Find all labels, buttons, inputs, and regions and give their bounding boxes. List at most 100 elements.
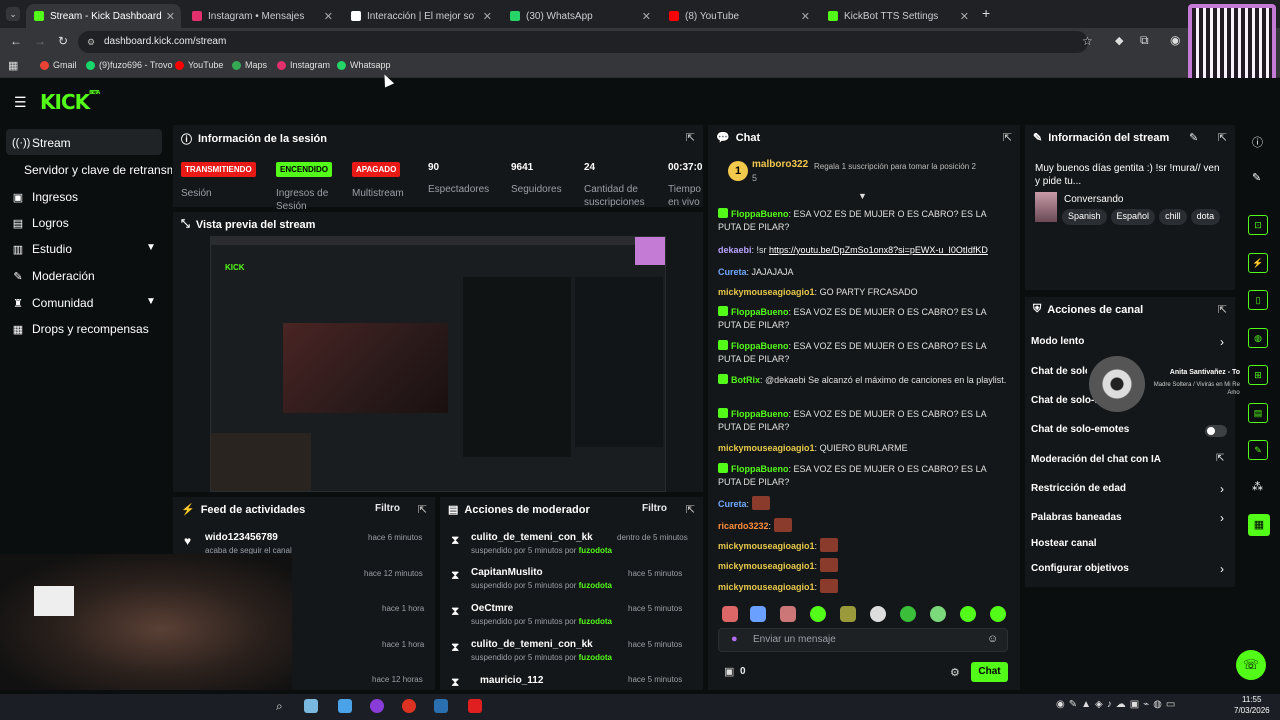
sidebar-item-stream[interactable]: ((·)) Stream bbox=[12, 136, 71, 150]
tray-icons[interactable]: ◉✎▲◈♪☁▣⌁◍▭ bbox=[1056, 699, 1179, 710]
bookmark-youtube[interactable]: YouTube bbox=[175, 60, 223, 70]
hamburger-menu-icon[interactable]: ☰ bbox=[14, 94, 27, 111]
back-icon[interactable]: ← bbox=[10, 34, 22, 48]
action-ai-moderation[interactable]: Moderación del chat con IA bbox=[1031, 454, 1161, 465]
close-tab-icon[interactable]: ✕ bbox=[166, 10, 175, 23]
gift-sub-prompt[interactable]: Regala 1 suscripción para tomar la posic… bbox=[814, 162, 996, 172]
sidebar-item-drops[interactable]: ▦ Drops y recompensas bbox=[12, 322, 149, 336]
info-icon[interactable]: ⓘ bbox=[1252, 134, 1263, 150]
chat-username[interactable]: FloppaBueno bbox=[731, 307, 789, 317]
chat-settings-icon[interactable]: ⚙ bbox=[950, 666, 960, 679]
tab-search-button[interactable]: ⌄ bbox=[6, 7, 20, 21]
feed-user[interactable]: wido123456789 bbox=[205, 532, 278, 543]
chat-send-button[interactable]: Chat bbox=[971, 662, 1008, 682]
action-host-channel[interactable]: Hostear canal bbox=[1031, 538, 1097, 549]
chevron-right-icon[interactable]: › bbox=[1220, 335, 1224, 349]
new-tab-button[interactable]: + bbox=[982, 5, 990, 21]
reload-icon[interactable]: ↻ bbox=[58, 34, 68, 48]
taskbar-icon[interactable] bbox=[468, 699, 482, 713]
microphone-icon[interactable]: ● bbox=[731, 633, 738, 645]
sidebar-item-comunidad[interactable]: ♜ Comunidad bbox=[12, 296, 93, 310]
sidebar-item-servidor[interactable]: Servidor y clave de retransmisión bbox=[24, 163, 172, 177]
sidebar-item-logros[interactable]: ▤ Logros bbox=[12, 216, 69, 230]
chat-input[interactable]: ● Enviar un mensaje ☺ bbox=[718, 628, 1008, 652]
popout-icon[interactable]: ⇱ bbox=[686, 503, 695, 516]
feed-filter-button[interactable]: Filtro bbox=[375, 503, 400, 514]
action-configure-goals[interactable]: Configurar objetivos bbox=[1031, 563, 1129, 574]
pinned-user[interactable]: malboro322 bbox=[752, 159, 808, 170]
emote-icon[interactable] bbox=[722, 606, 738, 622]
action-slow-mode[interactable]: Modo lento bbox=[1031, 336, 1084, 347]
mod-target-user[interactable]: culito_de_temeni_con_kk bbox=[471, 532, 593, 543]
clapper-icon[interactable]: ▦ bbox=[1248, 514, 1270, 536]
emote-icon[interactable] bbox=[840, 606, 856, 622]
emote-icon[interactable] bbox=[870, 606, 886, 622]
mod-target-user[interactable]: mauricio_112 bbox=[480, 675, 543, 686]
bookmark-maps[interactable]: Maps bbox=[232, 60, 267, 70]
stream-tag[interactable]: dota bbox=[1190, 209, 1221, 225]
rail-button-7[interactable]: ✎ bbox=[1248, 440, 1268, 460]
popout-icon[interactable]: ⇱ bbox=[1218, 303, 1227, 316]
chat-username[interactable]: FloppaBueno bbox=[731, 209, 789, 219]
close-tab-icon[interactable]: ✕ bbox=[960, 10, 969, 23]
taskbar-icon[interactable] bbox=[338, 699, 352, 713]
close-tab-icon[interactable]: ✕ bbox=[801, 10, 810, 23]
chat-username[interactable]: Cureta bbox=[718, 499, 747, 509]
chat-username[interactable]: BotRix bbox=[731, 375, 760, 385]
search-icon[interactable]: ⌕ bbox=[276, 699, 283, 714]
chat-username[interactable]: FloppaBueno bbox=[731, 409, 789, 419]
bookmark-gmail[interactable]: Gmail bbox=[40, 60, 77, 70]
rail-button-4[interactable]: ◍ bbox=[1248, 328, 1268, 348]
emote-icon[interactable] bbox=[810, 606, 826, 622]
collapse-arrow-icon[interactable]: ▼ bbox=[858, 191, 867, 201]
chevron-right-icon[interactable]: › bbox=[1220, 482, 1224, 496]
stream-tag[interactable]: chill bbox=[1159, 209, 1187, 225]
tab-whatsapp[interactable]: (30) WhatsApp ✕ bbox=[502, 4, 657, 28]
chat-username[interactable]: dekaebi bbox=[718, 245, 752, 255]
tab-interaccion[interactable]: Interacción | El mejor software✕ bbox=[343, 4, 498, 28]
bookmark-instagram[interactable]: Instagram bbox=[277, 60, 330, 70]
mod-target-user[interactable]: OeCtmre bbox=[471, 603, 513, 614]
taskbar-icon[interactable] bbox=[402, 699, 416, 713]
chat-username[interactable]: mickymouseagioagio1 bbox=[718, 443, 815, 453]
emote-icon[interactable] bbox=[930, 606, 946, 622]
pencil-icon[interactable]: ✎ bbox=[1252, 171, 1261, 184]
sidebar-item-moderacion[interactable]: ✎ Moderación bbox=[12, 269, 94, 283]
dots-icon[interactable]: ⁂ bbox=[1252, 480, 1263, 493]
sidebar-item-ingresos[interactable]: ▣ Ingresos bbox=[12, 190, 78, 204]
emoji-icon[interactable]: ☺ bbox=[987, 633, 998, 645]
bookmark-star-icon[interactable]: ☆ bbox=[1082, 34, 1093, 48]
chat-username[interactable]: mickymouseagioagio1 bbox=[718, 561, 815, 571]
action-banned-words[interactable]: Palabras baneadas bbox=[1031, 512, 1122, 523]
tab-kick-dashboard[interactable]: Stream - Kick Dashboard ✕ bbox=[26, 4, 181, 28]
clock-time[interactable]: 11:55 bbox=[1242, 695, 1261, 704]
stream-tag[interactable]: Español bbox=[1110, 209, 1156, 225]
emote-icon[interactable] bbox=[900, 606, 916, 622]
taskbar-icon[interactable] bbox=[304, 699, 318, 713]
emote-icon[interactable] bbox=[750, 606, 766, 622]
close-tab-icon[interactable]: ✕ bbox=[324, 10, 333, 23]
kick-logo[interactable]: KICKBETA bbox=[40, 90, 100, 114]
emotes-only-toggle[interactable] bbox=[1205, 425, 1227, 437]
action-emotes-only[interactable]: Chat de solo-emotes bbox=[1031, 424, 1129, 435]
support-chat-icon[interactable]: ☏ bbox=[1236, 650, 1266, 680]
action-age-restriction[interactable]: Restricción de edad bbox=[1031, 483, 1126, 494]
profile-icon[interactable]: ◉ bbox=[1170, 33, 1180, 47]
chat-username[interactable]: Cureta bbox=[718, 267, 747, 277]
rail-button-6[interactable]: ▤ bbox=[1248, 403, 1268, 423]
chat-username[interactable]: FloppaBueno bbox=[731, 341, 789, 351]
emote-icon[interactable] bbox=[780, 606, 796, 622]
mod-filter-button[interactable]: Filtro bbox=[642, 503, 667, 514]
rail-button-3[interactable]: ▯ bbox=[1248, 290, 1268, 310]
chat-username[interactable]: FloppaBueno bbox=[731, 464, 789, 474]
rail-button-2[interactable]: ⚡ bbox=[1248, 253, 1268, 273]
popout-icon[interactable]: ⇱ bbox=[418, 503, 427, 516]
close-tab-icon[interactable]: ✕ bbox=[642, 10, 651, 23]
chevron-right-icon[interactable]: › bbox=[1220, 562, 1224, 576]
url-field[interactable]: ⚙ dashboard.kick.com/stream bbox=[78, 31, 1088, 53]
close-tab-icon[interactable]: ✕ bbox=[483, 10, 492, 23]
bookmark-trovo[interactable]: (9)fuzo696 - Trovo bbox=[86, 60, 173, 70]
puzzle-extensions-icon[interactable]: ⧉ bbox=[1140, 33, 1149, 48]
chat-link[interactable]: https://youtu.be/DpZmSo1onx8?si=pEWX-u_I… bbox=[769, 245, 988, 255]
tab-youtube[interactable]: (8) YouTube ✕ bbox=[661, 4, 816, 28]
